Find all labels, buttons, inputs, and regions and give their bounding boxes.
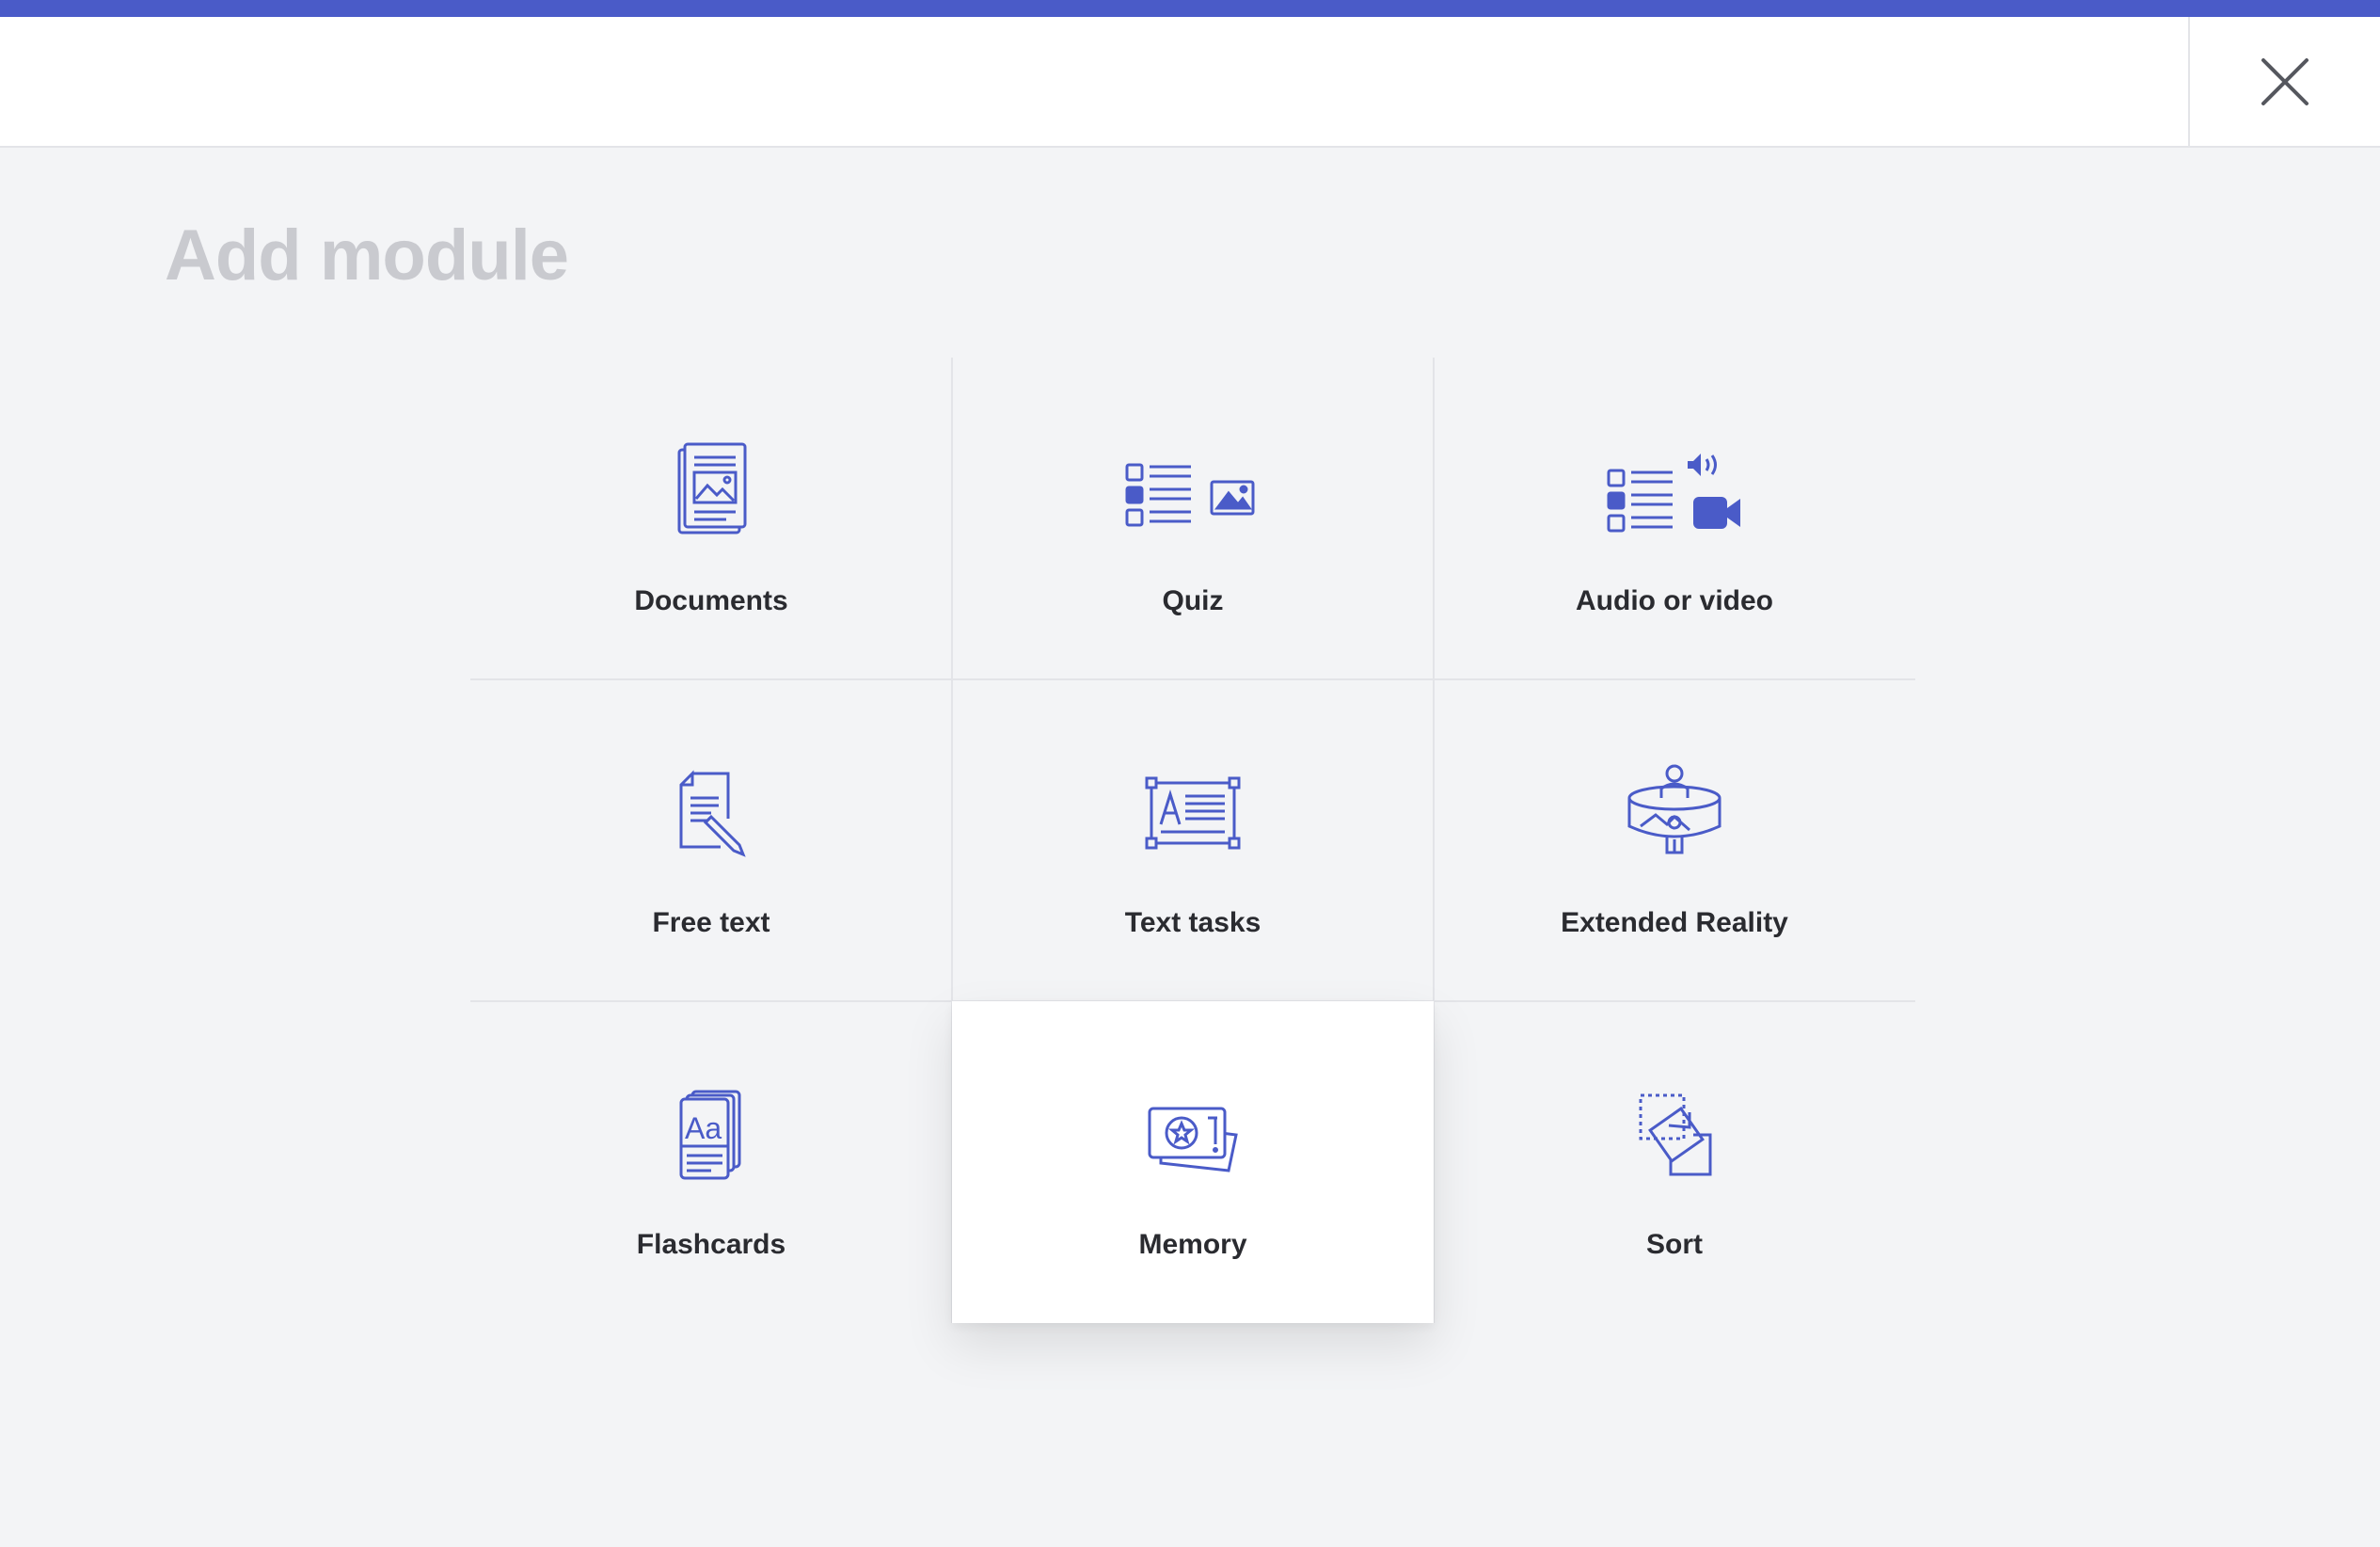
module-sort[interactable]: Sort bbox=[1434, 1001, 1915, 1323]
extended-reality-icon bbox=[1599, 760, 1750, 873]
header bbox=[0, 17, 2380, 148]
module-extended-reality[interactable]: Extended Reality bbox=[1434, 679, 1915, 1001]
module-grid: Documents Quiz Audio or video Free text … bbox=[470, 358, 1915, 1323]
module-label: Audio or video bbox=[1576, 585, 1773, 616]
text-tasks-icon bbox=[1118, 760, 1268, 873]
flashcards-icon: Aa bbox=[636, 1082, 786, 1195]
close-icon bbox=[2261, 57, 2309, 105]
module-free-text[interactable]: Free text bbox=[470, 679, 952, 1001]
module-label: Extended Reality bbox=[1561, 907, 1788, 938]
module-label: Free text bbox=[652, 907, 770, 938]
sort-icon bbox=[1599, 1082, 1750, 1195]
documents-icon bbox=[636, 439, 786, 551]
module-label: Quiz bbox=[1162, 585, 1224, 616]
module-text-tasks[interactable]: Text tasks bbox=[952, 679, 1434, 1001]
module-audio-video[interactable]: Audio or video bbox=[1434, 358, 1915, 679]
close-button[interactable] bbox=[2188, 17, 2380, 146]
module-flashcards[interactable]: Aa Flashcards bbox=[470, 1001, 952, 1323]
module-documents[interactable]: Documents bbox=[470, 358, 952, 679]
top-accent-bar bbox=[0, 0, 2380, 17]
module-label: Text tasks bbox=[1124, 907, 1261, 938]
module-label: Documents bbox=[634, 585, 788, 616]
memory-icon bbox=[1118, 1082, 1268, 1195]
svg-text:Aa: Aa bbox=[685, 1111, 722, 1145]
module-label: Memory bbox=[1138, 1229, 1247, 1260]
module-memory[interactable]: Memory bbox=[952, 1001, 1434, 1323]
audio-video-icon bbox=[1599, 439, 1750, 551]
page-title: Add module bbox=[165, 215, 569, 295]
module-label: Flashcards bbox=[636, 1229, 786, 1260]
free-text-icon bbox=[636, 760, 786, 873]
quiz-icon bbox=[1118, 439, 1268, 551]
module-quiz[interactable]: Quiz bbox=[952, 358, 1434, 679]
module-label: Sort bbox=[1646, 1229, 1703, 1260]
